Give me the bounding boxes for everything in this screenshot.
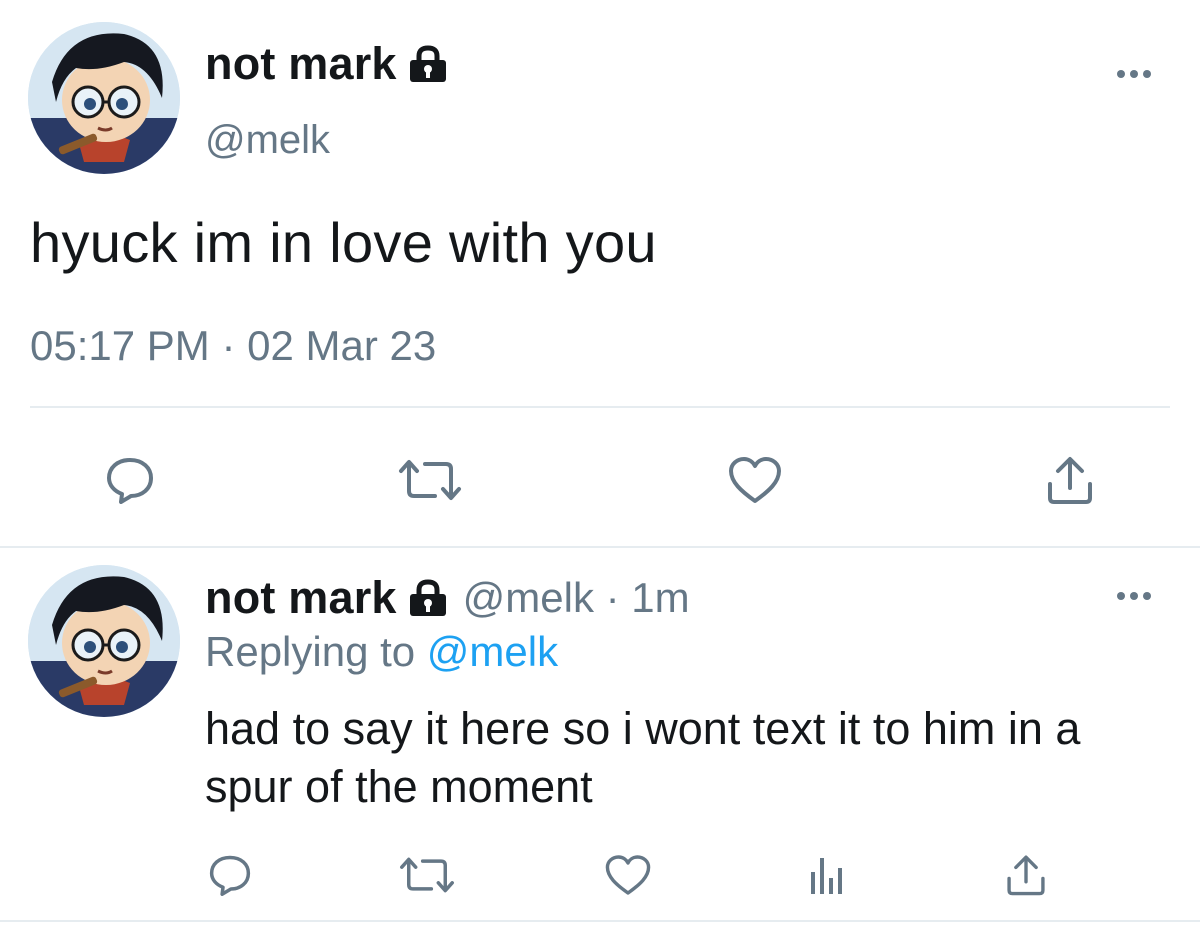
replying-to-mention[interactable]: @melk [427,628,558,675]
reply-icon [209,855,251,896]
replying-to: Replying to @melk [205,628,558,676]
share-button[interactable] [1035,450,1105,510]
tweet-text: had to say it here so i wont text it to … [205,703,1081,812]
lock-icon [407,578,449,618]
more-options-icon[interactable] [1117,68,1157,80]
like-button[interactable] [720,450,790,510]
avatar[interactable] [28,565,180,717]
avatar-illustration [28,565,180,717]
analytics-button[interactable] [802,850,852,900]
like-icon [729,457,781,503]
retweet-button[interactable] [380,450,480,510]
share-icon [1007,855,1045,896]
name-row: not mark @melk · 1m [205,572,690,624]
handle-and-time[interactable]: @melk · 1m [463,574,690,622]
divider [0,546,1200,548]
avatar[interactable] [28,22,180,174]
tweet-text: hyuck im in love with you [30,211,657,274]
replying-to-label: Replying to [205,628,416,675]
display-name[interactable]: not mark [205,38,397,90]
retweet-icon [400,857,454,893]
reply-icon [107,458,153,504]
display-name[interactable]: not mark [205,572,397,624]
divider [0,920,1200,922]
share-icon [1048,457,1092,504]
timestamp[interactable]: 05:17 PM · 02 Mar 23 [30,322,436,370]
name-row: not mark [205,38,449,90]
avatar-illustration [28,22,180,174]
like-icon [605,855,651,895]
handle[interactable]: @melk [205,118,330,163]
analytics-icon [811,858,842,894]
retweet-button[interactable] [392,850,462,900]
lock-icon [407,44,449,84]
like-button[interactable] [600,850,656,900]
share-button[interactable] [998,850,1054,900]
reply-button[interactable] [205,850,255,900]
divider [30,406,1170,408]
retweet-icon [399,460,461,500]
more-options-icon[interactable] [1117,590,1157,602]
reply-button[interactable] [100,450,160,510]
